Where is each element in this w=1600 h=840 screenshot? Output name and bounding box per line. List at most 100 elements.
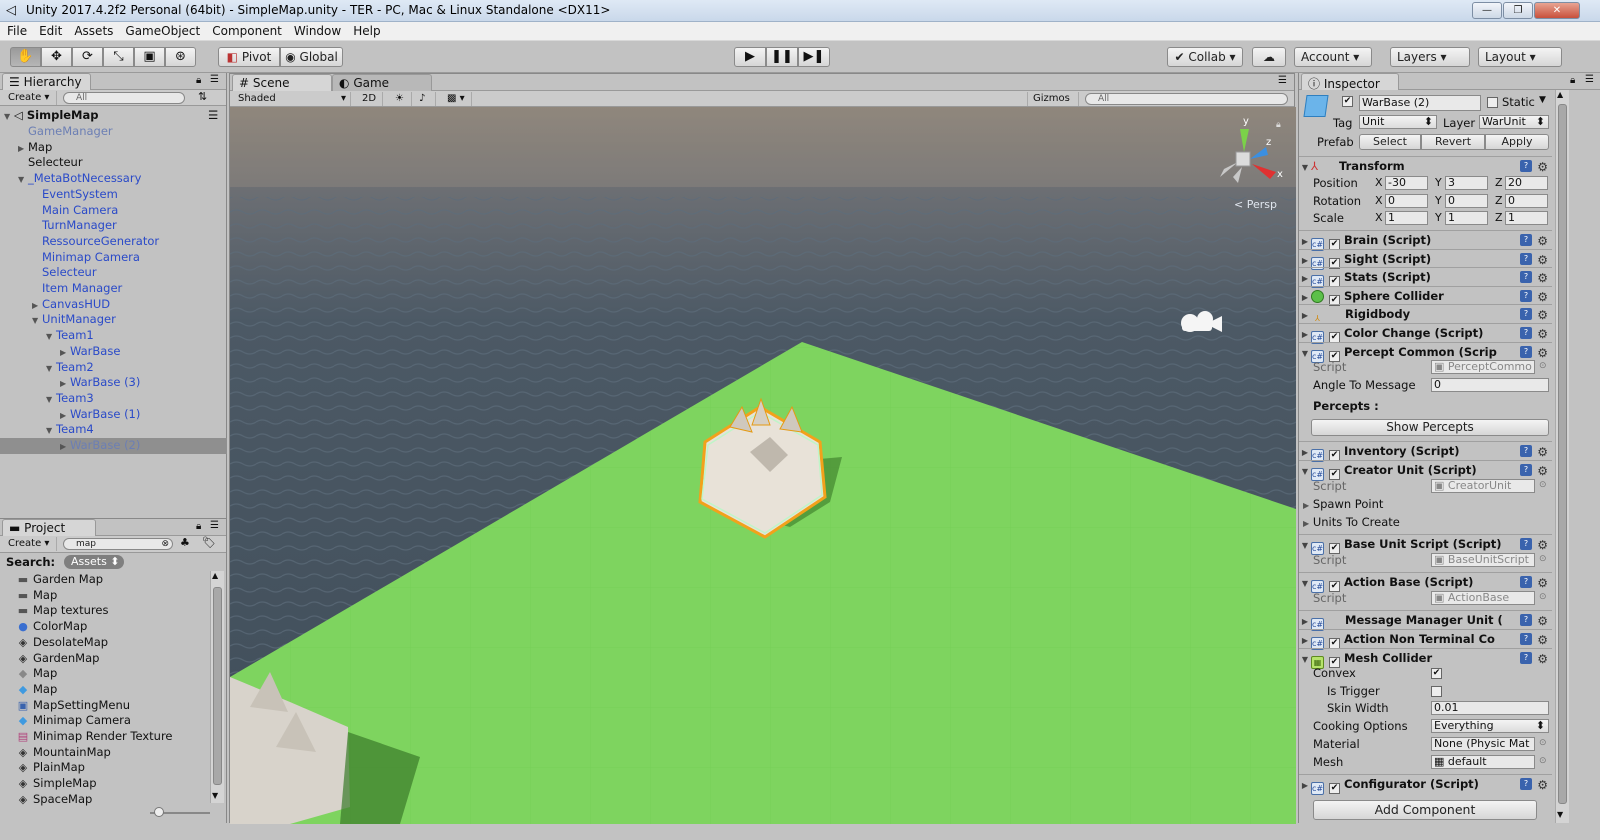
shading-mode-dropdown[interactable]: Shaded ▾ [233,92,351,106]
fold-arrow-icon[interactable]: ▼ [1299,463,1311,481]
fold-arrow-icon[interactable]: ▶ [1303,501,1309,510]
creator-script-field[interactable]: ▣ CreatorUnit [1431,479,1535,493]
message-manager-component-header[interactable]: ▶ c# Message Manager Unit (? ⚙ [1299,610,1552,631]
hierarchy-item[interactable]: Selecteur [0,155,227,171]
hierarchy-item[interactable]: ▶ WarBase (2) [0,438,227,454]
scroll-down-icon[interactable]: ▼ [212,791,218,800]
menu-edit[interactable]: Edit [32,22,67,38]
rotation-y-field[interactable]: 0 [1445,193,1488,208]
gear-icon[interactable]: ⚙ [1537,325,1548,343]
help-icon[interactable]: ? [1520,271,1532,284]
rect-tool-icon[interactable]: ▣ [134,47,165,67]
help-icon[interactable]: ? [1520,252,1532,265]
expand-arrow-icon[interactable]: ▶ [60,439,70,454]
cooking-options-dropdown[interactable]: Everything ⬍ [1431,719,1549,733]
help-icon[interactable]: ? [1520,327,1532,339]
position-y-field[interactable]: 3 [1445,176,1488,190]
lighting-toggle-icon[interactable]: ☀ [390,92,412,106]
scroll-down-icon[interactable]: ▼ [1557,810,1563,819]
help-icon[interactable]: ? [1520,345,1532,358]
scene-root-row[interactable]: ▼ ◁ SimpleMap ☰ [0,108,227,124]
hierarchy-create-dropdown[interactable]: Create ▾ [3,91,57,105]
rotation-z-field[interactable]: 0 [1505,193,1548,208]
base-unit-component-header[interactable]: ▼ c# ✔ Base Unit Script (Script)? ⚙ [1299,534,1552,555]
inspector-scroll-thumb[interactable] [1558,104,1567,804]
hierarchy-item[interactable]: EventSystem [0,187,227,203]
hierarchy-item[interactable]: ▶ CanvasHUD [0,297,227,313]
action-base-component-header[interactable]: ▼ c# ✔ Action Base (Script)? ⚙ [1299,572,1552,593]
fold-arrow-icon[interactable]: ▼ [1299,651,1311,669]
rotate-tool-icon[interactable]: ⟳ [72,47,103,67]
mesh-field[interactable]: ▦ default [1431,755,1535,769]
sort-icon[interactable]: ⇅ [198,90,207,103]
project-scroll-thumb[interactable] [213,587,222,785]
expand-arrow-icon[interactable]: ▶ [32,298,42,313]
gear-icon[interactable]: ⚙ [1537,288,1548,306]
project-search-input[interactable]: map ⊗ [63,538,173,550]
object-name-field[interactable]: WarBase (2) [1359,95,1481,111]
gear-icon[interactable]: ⚙ [1537,269,1548,287]
object-picker-icon[interactable]: ⊙ [1539,592,1547,602]
units-to-create-row[interactable]: ▶ Units To Create [1303,513,1547,531]
inspector-scrollbar[interactable]: ▲ ▼ [1555,90,1569,823]
prefab-apply-button[interactable]: Apply [1485,134,1549,150]
hierarchy-item[interactable]: ▼ Team4 [0,422,227,438]
tab-inspector[interactable]: ⓘ Inspector [1301,73,1399,91]
move-tool-icon[interactable]: ✥ [41,47,72,67]
panel-menu-icon[interactable]: ☰ [210,74,219,85]
scale-x-field[interactable]: 1 [1385,211,1428,225]
component-header[interactable]: ▶ ✔ Sphere Collider? ⚙ [1299,285,1552,306]
hierarchy-search-input[interactable]: All [63,92,185,104]
hierarchy-item[interactable]: RessourceGenerator [0,234,227,250]
menu-component[interactable]: Component [205,22,287,38]
global-toggle[interactable]: ◉ Global [280,47,343,67]
gear-icon[interactable]: ⚙ [1537,306,1548,324]
project-item[interactable]: ◈ SpaceMap [16,792,93,808]
hierarchy-item[interactable]: ▶ WarBase (3) [0,375,227,391]
project-item[interactable]: ◈ MountainMap [16,745,111,761]
tab-scene[interactable]: # Scene [232,74,332,91]
component-enabled-checkbox[interactable]: ✔ [1329,783,1340,794]
scene-menu-icon[interactable]: ☰ [208,108,218,123]
hierarchy-item[interactable]: ▼ Team1 [0,328,227,344]
help-icon[interactable]: ? [1520,308,1532,321]
help-icon[interactable]: ? [1520,289,1532,302]
percept-script-field[interactable]: ▣ PerceptCommo [1431,360,1535,374]
convex-checkbox[interactable]: ✔ [1431,668,1442,679]
prefab-select-button[interactable]: Select [1359,134,1421,150]
static-checkbox[interactable] [1487,97,1498,108]
pause-button[interactable]: ❚❚ [766,47,798,67]
menu-help[interactable]: Help [346,22,385,38]
icon-size-slider-handle[interactable] [154,807,164,817]
layer-dropdown[interactable]: WarUnit ⬍ [1479,115,1549,129]
project-item[interactable]: ▬ Map textures [16,603,109,619]
component-header[interactable]: ▶ c# ✔ Stats (Script)? ⚙ [1299,267,1552,289]
project-scrollbar[interactable]: ▲ ▼ [210,571,224,803]
expand-arrow-icon[interactable]: ▶ [60,408,70,423]
clear-search-icon[interactable]: ⊗ [161,539,169,549]
help-icon[interactable]: ? [1520,445,1532,457]
audio-toggle-icon[interactable]: ♪ [414,92,436,106]
cloud-button[interactable]: ☁ [1252,47,1286,67]
project-item[interactable]: ▬ Garden Map [16,572,103,588]
project-item[interactable]: ◆ Minimap Camera [16,713,131,729]
layers-dropdown[interactable]: Layers ▾ [1390,47,1470,67]
component-header[interactable]: ▶ c# ✔ Sight (Script)? ⚙ [1299,248,1552,270]
effects-dropdown-icon[interactable]: ▩ ▾ [442,92,472,106]
gizmos-dropdown[interactable]: Gizmos ▾ [1027,92,1079,117]
tab-project[interactable]: ▬ Project [2,519,96,536]
expand-arrow-icon[interactable]: ▼ [32,313,42,328]
base-unit-script-field[interactable]: ▣ BaseUnitScript [1431,553,1535,567]
scene-viewport[interactable]: y x z < Persp 🔒︎ [230,107,1296,824]
active-checkbox[interactable]: ✔ [1342,96,1353,107]
fold-arrow-icon[interactable]: ▶ [1303,519,1309,528]
project-item[interactable]: ◆ Map [16,682,58,698]
action-base-script-field[interactable]: ▣ ActionBase [1431,591,1535,605]
gear-icon[interactable]: ⚙ [1537,443,1548,461]
project-item[interactable]: ◆ Map [16,666,58,682]
project-create-dropdown[interactable]: Create ▾ [3,537,57,551]
transform-component-header[interactable]: ▼ ⅄ Transform ? ⚙ [1299,156,1552,175]
object-picker-icon[interactable]: ⊙ [1539,554,1547,564]
lock-icon[interactable]: 🔒︎ [1570,75,1575,86]
project-item[interactable]: ▤ Minimap Render Texture [16,729,173,745]
